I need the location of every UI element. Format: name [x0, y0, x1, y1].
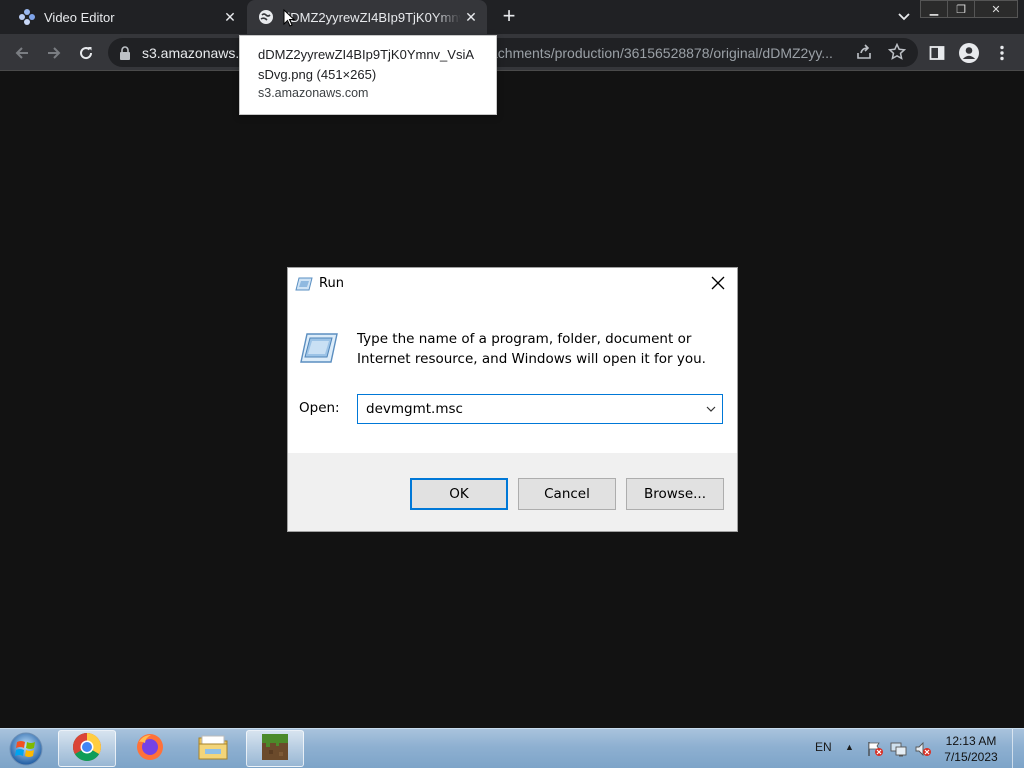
tab-search-chevron-icon[interactable] [892, 8, 916, 26]
network-icon[interactable] [890, 741, 908, 757]
lock-icon[interactable] [118, 45, 132, 61]
language-indicator[interactable]: EN [815, 740, 832, 754]
share-icon[interactable] [856, 44, 872, 63]
window-controls: ▁ ❐ ✕ [920, 0, 1018, 20]
video-editor-icon [18, 8, 36, 26]
run-dialog: Run Type the name of a program, folder, … [287, 267, 738, 532]
tab-title: Video Editor [44, 9, 115, 25]
show-desktop-button[interactable] [1012, 729, 1024, 768]
cancel-button[interactable]: Cancel [518, 478, 616, 510]
tab-close-icon[interactable]: ✕ [461, 7, 481, 27]
window-close-icon[interactable]: ✕ [974, 0, 1018, 18]
run-title: Run [319, 276, 344, 291]
mouse-cursor-icon [283, 8, 296, 27]
tab-title: dDMZ2yyrewZI4BIp9TjK0Ymnv_VsiAsDvg.png [283, 9, 461, 25]
minecraft-icon [260, 732, 290, 765]
globe-icon [257, 8, 275, 26]
taskbar-file-explorer[interactable] [184, 730, 242, 767]
address-bar[interactable]: s3.amazonaws.c achments/production/36156… [108, 38, 918, 67]
browse-button[interactable]: Browse... [626, 478, 724, 510]
system-clock[interactable]: 12:13 AM 7/15/2023 [940, 733, 1002, 765]
clock-date: 7/15/2023 [944, 750, 998, 764]
tab-video-editor[interactable]: Video Editor ✕ [8, 0, 246, 34]
clock-time: 12:13 AM [945, 734, 997, 748]
menu-kebab-icon[interactable] [989, 40, 1015, 66]
tray-overflow-arrow-icon[interactable]: ▲ [845, 742, 854, 752]
tab-hover-tooltip: dDMZ2yyrewZI4BIp9TjK0Ymnv_VsiAsDvg.png (… [239, 35, 497, 115]
tooltip-host: s3.amazonaws.com [258, 86, 369, 100]
url-host: s3.amazonaws.c [142, 44, 247, 61]
ok-button[interactable]: OK [410, 478, 508, 510]
taskbar-firefox[interactable] [121, 730, 179, 767]
taskbar-chrome[interactable] [58, 730, 116, 767]
dialog-close-icon[interactable] [707, 272, 729, 294]
tab-close-icon[interactable]: ✕ [220, 7, 240, 27]
run-button-row: OK Cancel Browse... [288, 453, 737, 531]
taskbar-minecraft[interactable] [246, 730, 304, 767]
bookmark-star-icon[interactable] [887, 42, 907, 64]
run-app-icon [295, 277, 313, 291]
file-explorer-icon [197, 733, 229, 764]
forward-arrow-icon[interactable] [41, 40, 67, 66]
chrome-icon [72, 732, 102, 765]
minimize-icon[interactable]: ▁ [920, 0, 948, 18]
back-arrow-icon[interactable] [9, 40, 35, 66]
profile-avatar-icon[interactable] [956, 40, 982, 66]
side-panel-icon[interactable] [924, 40, 950, 66]
open-label: Open: [299, 400, 340, 416]
new-tab-button[interactable]: + [496, 5, 522, 29]
run-program-icon [299, 332, 339, 366]
open-combobox[interactable]: devmgmt.msc [357, 394, 723, 424]
chevron-down-icon[interactable] [700, 395, 722, 423]
start-button[interactable] [6, 731, 46, 767]
volume-muted-icon[interactable] [914, 741, 932, 757]
tooltip-title: dDMZ2yyrewZI4BIp9TjK0Ymnv_VsiAsDvg.png (… [258, 47, 475, 82]
action-center-flag-icon[interactable] [866, 741, 884, 757]
run-titlebar[interactable]: Run [288, 268, 737, 299]
restore-icon[interactable]: ❐ [947, 0, 975, 18]
url-path: achments/production/36156528878/original… [490, 44, 833, 61]
browser-toolbar: s3.amazonaws.c achments/production/36156… [0, 34, 1024, 71]
tab-strip: Video Editor ✕ dDMZ2yyrewZI4BIp9TjK0Ymnv… [0, 0, 1024, 34]
firefox-icon [135, 732, 165, 765]
taskbar: EN ▲ 12:13 AM 7/15/2023 [0, 728, 1024, 768]
run-body: Type the name of a program, folder, docu… [288, 299, 737, 453]
open-input[interactable]: devmgmt.msc [358, 401, 700, 417]
reload-icon[interactable] [73, 40, 99, 66]
run-description: Type the name of a program, folder, docu… [357, 331, 706, 367]
